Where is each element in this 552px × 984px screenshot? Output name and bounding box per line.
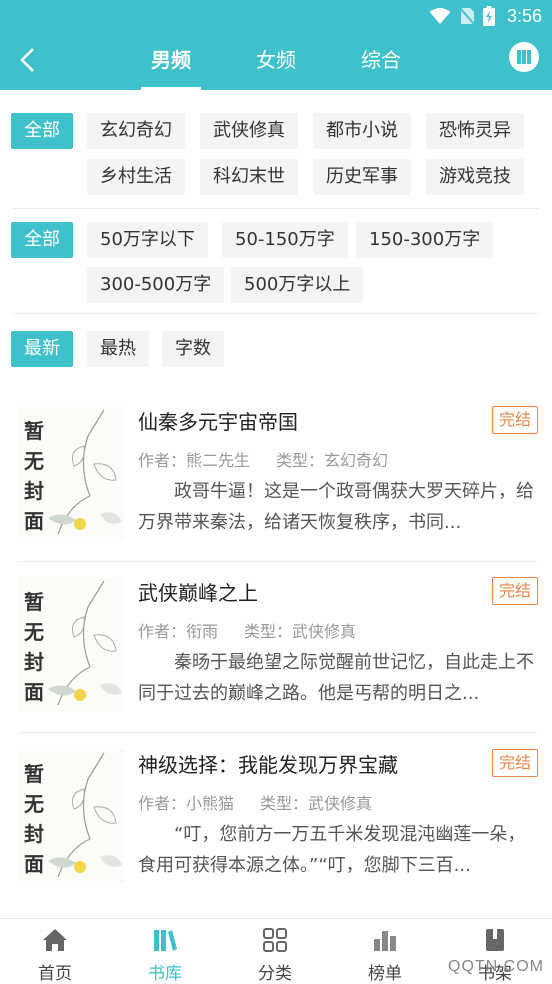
book-title: 武侠巅峰之上 xyxy=(138,581,258,605)
wifi-icon xyxy=(429,8,451,24)
category-chip[interactable]: 科幻末世 xyxy=(200,159,298,195)
flower-illustration-icon xyxy=(48,752,122,878)
nav-label: 分类 xyxy=(258,964,292,984)
list-divider xyxy=(18,561,538,562)
book-meta: 作者：衔雨 类型：武侠修真 xyxy=(138,618,356,642)
no-sim-icon xyxy=(459,7,475,25)
tab-label: 男频 xyxy=(151,48,191,72)
book-description: 秦旸于最绝望之际觉醒前世记忆，自此走上不同于过去的巅峰之路。他是丐帮的明日之..… xyxy=(138,652,534,704)
grid-icon xyxy=(263,928,287,952)
wordcount-chip[interactable]: 50-150万字 xyxy=(222,222,348,258)
book-meta: 作者：小熊猫 类型：武侠修真 xyxy=(138,790,372,814)
book-item[interactable]: 暂无封面 神级选择：我能发现万界宝藏 完结 作者：小熊猫 类型：武侠修真 “叮，您… xyxy=(0,735,552,905)
wordcount-chip[interactable]: 150-300万字 xyxy=(356,222,494,258)
book-cover: 暂无封面 xyxy=(18,577,124,711)
bookshelf-button[interactable] xyxy=(509,42,539,72)
category-chip[interactable]: 游戏竞技 xyxy=(426,159,524,195)
watermark: QQTN.COM xyxy=(448,958,544,975)
flower-illustration-icon xyxy=(48,409,122,535)
category-all-chip[interactable]: 全部 xyxy=(11,113,73,149)
nav-category[interactable]: 分类 xyxy=(220,919,330,984)
nav-ranking[interactable]: 榜单 xyxy=(330,919,440,984)
filter-divider xyxy=(12,313,540,314)
status-bar: 3:56 xyxy=(0,0,552,32)
book-item[interactable]: 暂无封面 武侠巅峰之上 完结 作者：衔雨 类型：武侠修真 秦旸于最绝望之际觉醒前世… xyxy=(0,563,552,733)
wordcount-chip[interactable]: 300-500万字 xyxy=(87,267,225,303)
flower-illustration-icon xyxy=(48,580,122,706)
book-meta: 作者：熊二先生 类型：玄幻奇幻 xyxy=(138,447,388,471)
tab-male[interactable]: 男频 xyxy=(136,44,206,90)
nav-label: 首页 xyxy=(38,964,72,984)
app-header: 3:56 男频 女频 综合 xyxy=(0,0,552,90)
status-time: 3:56 xyxy=(506,5,542,26)
library-icon xyxy=(154,930,177,951)
category-chip[interactable]: 历史军事 xyxy=(313,159,411,195)
book-item[interactable]: 暂无封面 仙秦多元宇宙帝国 完结 作者：熊二先生 类型：玄幻奇幻 政哥牛逼！这是一… xyxy=(0,392,552,562)
sort-hottest-chip[interactable]: 最热 xyxy=(87,331,149,367)
category-chip[interactable]: 恐怖灵异 xyxy=(426,113,524,149)
ranking-icon xyxy=(374,931,396,951)
filter-divider xyxy=(12,208,540,209)
book-author: 作者：熊二先生 xyxy=(138,451,251,470)
sort-wordcount-chip[interactable]: 字数 xyxy=(162,331,224,367)
book-icon xyxy=(517,50,531,64)
bookshelf-icon xyxy=(486,929,504,951)
status-icons: 3:56 xyxy=(429,4,542,28)
category-chip[interactable]: 玄幻奇幻 xyxy=(87,113,185,149)
wordcount-all-chip[interactable]: 全部 xyxy=(11,222,73,258)
category-chip[interactable]: 都市小说 xyxy=(313,113,411,149)
book-type: 类型：武侠修真 xyxy=(260,794,373,813)
wordcount-chip[interactable]: 500万字以上 xyxy=(231,267,364,303)
book-description: 政哥牛逼！这是一个政哥偶获大罗天碎片，给万界带来秦法，给诸天恢复秩序，书同... xyxy=(138,481,534,533)
tab-label: 综合 xyxy=(361,48,401,72)
wordcount-chip[interactable]: 50万字以下 xyxy=(87,222,208,258)
list-divider xyxy=(18,732,538,733)
book-title: 仙秦多元宇宙帝国 xyxy=(138,410,298,434)
sort-newest-chip[interactable]: 最新 xyxy=(11,331,73,367)
nav-library[interactable]: 书库 xyxy=(110,919,220,984)
book-title: 神级选择：我能发现万界宝藏 xyxy=(138,753,398,777)
category-chip[interactable]: 武侠修真 xyxy=(200,113,298,149)
book-type: 类型：玄幻奇幻 xyxy=(276,451,389,470)
battery-icon xyxy=(482,6,495,26)
book-cover: 暂无封面 xyxy=(18,749,124,883)
category-chip[interactable]: 乡村生活 xyxy=(87,159,185,195)
tab-female[interactable]: 女频 xyxy=(241,44,311,73)
chevron-left-icon xyxy=(20,48,34,72)
tab-general[interactable]: 综合 xyxy=(346,44,416,73)
tab-label: 女频 xyxy=(256,48,296,72)
book-author: 作者：小熊猫 xyxy=(138,794,235,813)
top-nav: 男频 女频 综合 xyxy=(0,32,552,90)
status-badge: 完结 xyxy=(491,406,538,434)
status-badge: 完结 xyxy=(491,749,538,777)
back-button[interactable] xyxy=(10,42,46,78)
home-icon xyxy=(43,929,67,951)
nav-label: 书库 xyxy=(148,964,182,984)
book-description: “叮，您前方一万五千米发现混沌幽莲一朵，食用可获得本源之体。”“叮，您脚下三百.… xyxy=(138,824,526,876)
tab-active-indicator xyxy=(141,87,201,90)
nav-label: 榜单 xyxy=(368,964,402,984)
book-cover: 暂无封面 xyxy=(18,406,124,540)
book-author: 作者：衔雨 xyxy=(138,622,219,641)
nav-home[interactable]: 首页 xyxy=(0,919,110,984)
status-badge: 完结 xyxy=(491,577,538,605)
book-type: 类型：武侠修真 xyxy=(244,622,357,641)
